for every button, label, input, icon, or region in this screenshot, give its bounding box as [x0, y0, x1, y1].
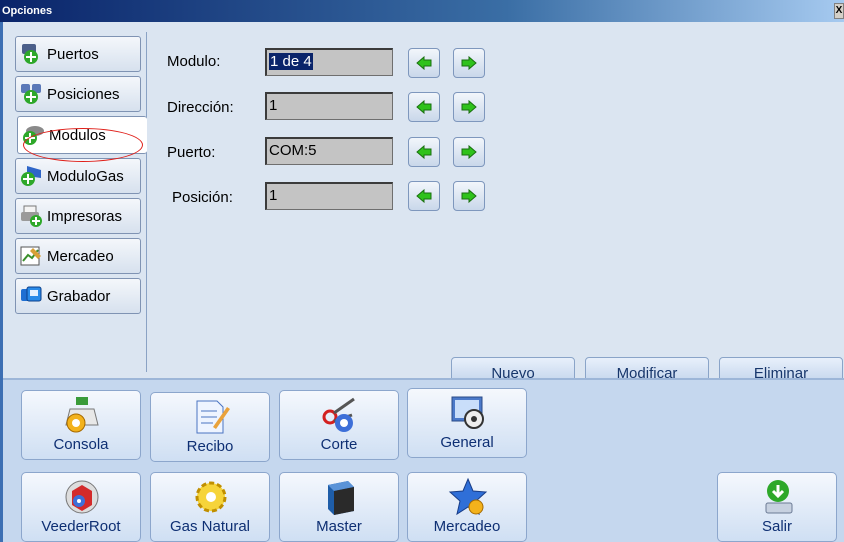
direccion-prev-button[interactable] — [408, 92, 440, 122]
title-bar: Opciones X — [0, 0, 844, 22]
posicion-label: Posición: — [172, 189, 233, 206]
console-icon — [65, 397, 99, 433]
veederroot-label: VeederRoot — [41, 518, 121, 535]
veederroot-button[interactable]: VeederRoot — [21, 472, 141, 542]
general-icon — [451, 396, 484, 429]
master-button[interactable]: Master — [279, 472, 399, 542]
sidebar-item-modulogas[interactable]: ModuloGas — [15, 158, 141, 194]
ports-icon — [22, 44, 38, 64]
window-title: Opciones — [2, 5, 53, 17]
salir-label: Salir — [761, 518, 792, 535]
puerto-next-button[interactable] — [453, 137, 485, 167]
direccion-field[interactable]: 1 — [265, 92, 393, 120]
posicion-field[interactable]: 1 — [265, 182, 393, 210]
recorder-icon — [21, 286, 42, 302]
sidebar-item-label: ModuloGas — [47, 167, 124, 185]
general-label: General — [440, 434, 494, 451]
mercadeo-button[interactable]: Mercadeo — [407, 472, 527, 542]
recibo-button[interactable]: Recibo — [150, 392, 270, 462]
direccion-next-button[interactable] — [453, 92, 485, 122]
posicion-prev-button[interactable] — [408, 181, 440, 211]
sidebar-item-puertos[interactable]: Puertos — [15, 36, 141, 72]
puerto-field[interactable]: COM:5 — [265, 137, 393, 165]
consola-button[interactable]: Consola — [21, 390, 141, 460]
close-button[interactable]: X — [834, 3, 844, 19]
arrow-right-icon — [461, 145, 477, 159]
cut-icon — [322, 397, 355, 432]
arrow-right-icon — [461, 56, 477, 70]
arrow-right-icon — [461, 189, 477, 203]
modulo-value: 1 de 4 — [269, 53, 313, 70]
gas-natural-button[interactable]: Gas Natural — [150, 472, 270, 542]
sidebar-item-label: Impresoras — [47, 207, 123, 225]
corte-button[interactable]: Corte — [279, 390, 399, 460]
puerto-prev-button[interactable] — [408, 137, 440, 167]
sidebar-item-label: Puertos — [47, 45, 99, 63]
modulo-next-button[interactable] — [453, 48, 485, 78]
posicion-next-button[interactable] — [453, 181, 485, 211]
modulo-label: Modulo: — [167, 53, 221, 70]
positions-icon — [21, 84, 41, 104]
modules-icon — [23, 126, 44, 145]
sidebar-item-posiciones[interactable]: Posiciones — [15, 76, 141, 112]
modulo-field[interactable]: 1 de 4 — [265, 48, 393, 76]
arrow-right-icon — [461, 100, 477, 114]
consola-label: Consola — [53, 436, 109, 453]
sidebar-item-modulos[interactable]: Modulos — [17, 116, 147, 154]
general-button[interactable]: General — [407, 388, 527, 458]
natural-gas-icon — [195, 481, 227, 513]
arrow-left-icon — [416, 100, 432, 114]
arrow-left-icon — [416, 56, 432, 70]
sidebar-item-impresoras[interactable]: Impresoras — [15, 198, 141, 234]
modulo-prev-button[interactable] — [408, 48, 440, 78]
sidebar: Puertos Posiciones Modulos ModuloGas Imp… — [15, 32, 147, 372]
puerto-label: Puerto: — [167, 144, 216, 161]
mercadeo-label: Mercadeo — [433, 518, 501, 535]
salir-button[interactable]: Salir — [717, 472, 837, 542]
sidebar-item-label: Posiciones — [47, 85, 120, 103]
gas-natural-label: Gas Natural — [169, 518, 251, 535]
printer-icon — [21, 205, 42, 227]
marketing-star-icon — [448, 477, 488, 516]
sidebar-item-label: Mercadeo — [47, 247, 114, 265]
sidebar-item-grabador[interactable]: Grabador — [15, 278, 141, 314]
master-icon — [328, 481, 354, 515]
veederroot-icon — [65, 480, 99, 514]
master-label: Master — [316, 518, 362, 535]
bottom-toolbar: Consola Recibo Corte General VeederRoot … — [3, 378, 844, 542]
exit-icon — [765, 480, 793, 514]
direccion-label: Dirección: — [167, 99, 234, 116]
recibo-label: Recibo — [186, 438, 234, 455]
marketing-icon — [20, 246, 41, 266]
sidebar-item-mercadeo[interactable]: Mercadeo — [15, 238, 141, 274]
corte-label: Corte — [320, 436, 358, 453]
receipt-icon — [196, 400, 230, 434]
options-window: Puertos Posiciones Modulos ModuloGas Imp… — [0, 22, 844, 542]
gas-module-icon — [21, 166, 41, 186]
arrow-left-icon — [416, 189, 432, 203]
sidebar-item-label: Grabador — [47, 287, 111, 305]
sidebar-item-label: Modulos — [49, 126, 106, 144]
arrow-left-icon — [416, 145, 432, 159]
